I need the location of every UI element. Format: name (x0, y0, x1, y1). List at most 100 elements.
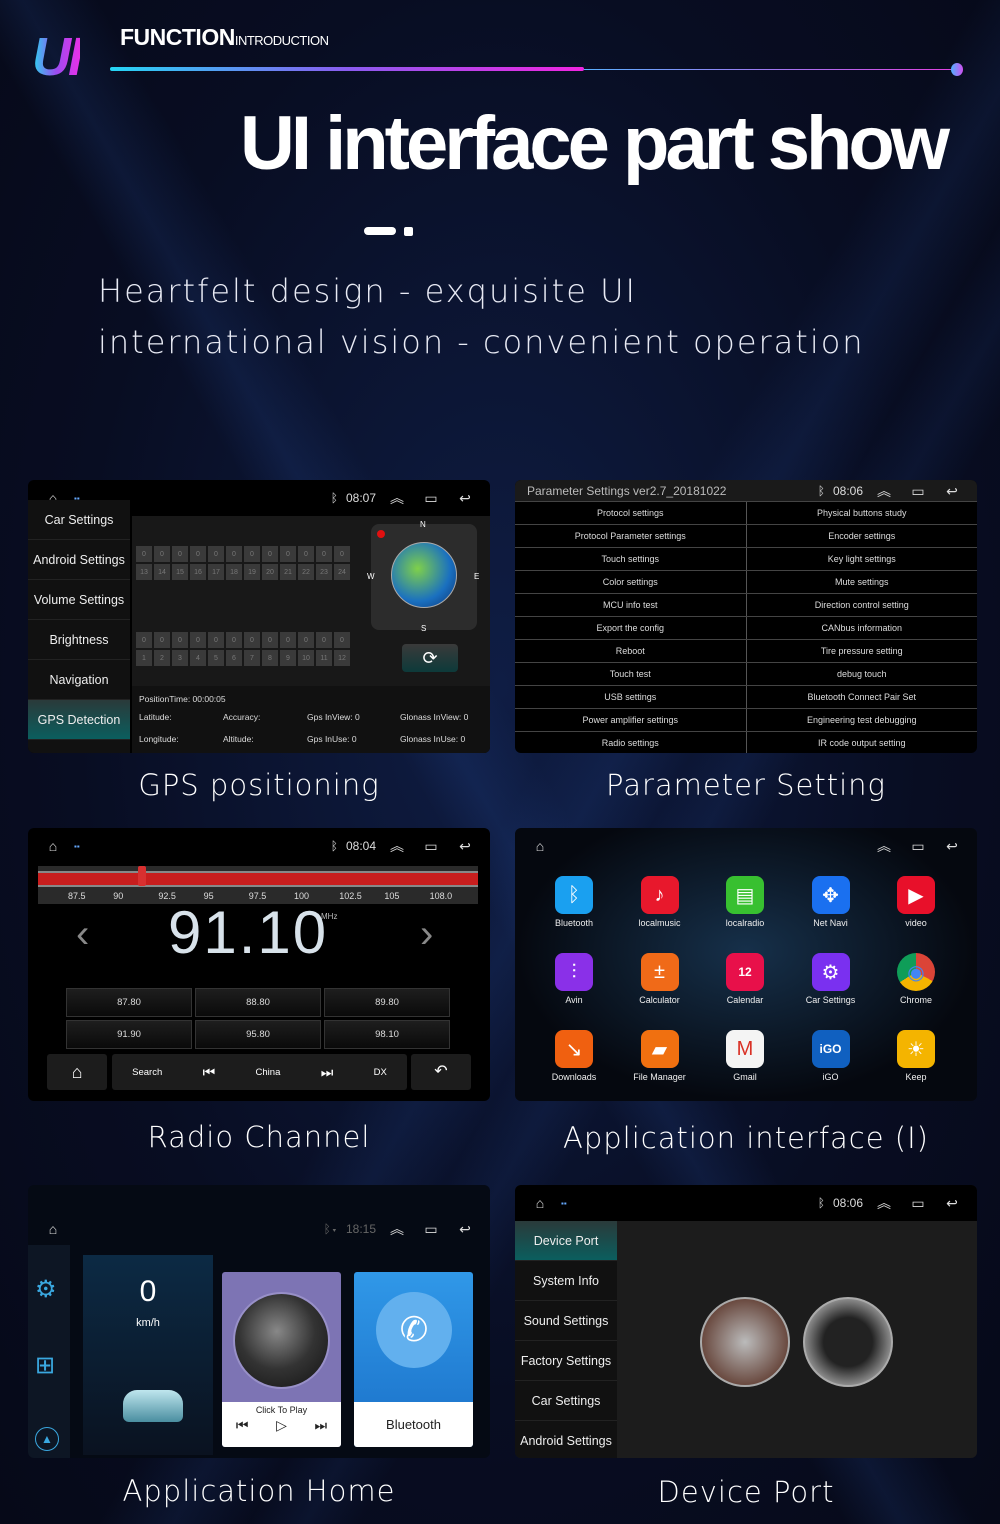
recent-apps-icon[interactable]: ▭ (905, 838, 931, 855)
app-keep[interactable]: ☀ Keep (876, 1030, 956, 1082)
recent-apps-icon[interactable]: ▭ (905, 1195, 931, 1212)
parameter-item[interactable]: CANbus information (747, 617, 978, 639)
parameter-item[interactable]: Reboot (515, 640, 747, 662)
sidebar-item[interactable]: Volume Settings (28, 580, 130, 620)
app-localmusic[interactable]: ♪ localmusic (620, 876, 700, 928)
parameter-item[interactable]: Radio settings (515, 732, 747, 753)
home-icon[interactable]: ⌂ (40, 838, 66, 854)
expand-icon[interactable]: ︽ (871, 1193, 897, 1213)
sidebar-item[interactable]: Android Settings (515, 1421, 617, 1458)
sidebar-item[interactable]: Car Settings (28, 500, 130, 540)
recent-apps-icon[interactable]: ▭ (905, 483, 931, 500)
sidebar-item[interactable]: System Info (515, 1261, 617, 1301)
parameter-item[interactable]: USB settings (515, 686, 747, 708)
return-button[interactable]: ↶ (411, 1054, 471, 1090)
app-calculator[interactable]: ± Calculator (620, 953, 700, 1005)
parameter-item[interactable]: Color settings (515, 571, 747, 593)
recent-apps-icon[interactable]: ▭ (418, 1221, 444, 1238)
recent-apps-icon[interactable]: ▭ (418, 490, 444, 507)
expand-icon[interactable]: ︽ (384, 488, 410, 508)
sidebar-item[interactable]: GPS Detection (28, 700, 130, 740)
prev-station-icon[interactable]: ‹ (76, 912, 89, 957)
app-calendar[interactable]: 12 Calendar (705, 953, 785, 1005)
parameter-item[interactable]: IR code output setting (747, 732, 978, 753)
app-downloads[interactable]: ↘ Downloads (534, 1030, 614, 1082)
home-icon[interactable]: ⌂ (40, 1221, 66, 1237)
app-igo[interactable]: iGO iGO (791, 1030, 871, 1082)
home-icon[interactable]: ⌂ (527, 1195, 553, 1211)
bluetooth-widget[interactable]: ✆ Bluetooth (354, 1272, 473, 1447)
music-widget[interactable]: Click To Play ⏮ ▷ ⏭ (222, 1272, 341, 1447)
parameter-item[interactable]: Export the config (515, 617, 747, 639)
home-button[interactable]: ⌂ (47, 1054, 107, 1090)
parameter-item[interactable]: Protocol Parameter settings (515, 525, 747, 547)
expand-icon[interactable]: ︽ (871, 836, 897, 856)
parameter-item[interactable]: Mute settings (747, 571, 978, 593)
sidebar-item[interactable]: Sound Settings (515, 1301, 617, 1341)
parameter-item[interactable]: MCU info test (515, 594, 747, 616)
parameter-item[interactable]: Key light settings (747, 548, 978, 570)
app-localradio[interactable]: ▤ localradio (705, 876, 785, 928)
back-icon[interactable]: ↩ (939, 483, 965, 500)
seek-forward-icon[interactable]: ⏭ (321, 1064, 334, 1081)
app-file-manager[interactable]: ▰ File Manager (620, 1030, 700, 1082)
expand-icon[interactable]: ︽ (384, 836, 410, 856)
refresh-button[interactable]: ⟳ (402, 644, 458, 672)
parameter-item[interactable]: Touch settings (515, 548, 747, 570)
preset-button[interactable]: 95.80 (195, 1020, 321, 1049)
back-icon[interactable]: ↩ (452, 838, 478, 855)
click-to-play[interactable]: Click To Play (222, 1405, 341, 1415)
preset-button[interactable]: 88.80 (195, 988, 321, 1017)
sidebar-item[interactable]: Android Settings (28, 540, 130, 580)
parameter-item[interactable]: Direction control setting (747, 594, 978, 616)
sidebar-item[interactable]: Car Settings (515, 1381, 617, 1421)
sidebar-item[interactable]: Brightness (28, 620, 130, 660)
next-icon[interactable]: ⏭ (315, 1417, 328, 1434)
recent-apps-icon[interactable]: ▭ (418, 838, 444, 855)
preset-button[interactable]: 91.90 (66, 1020, 192, 1049)
seek-back-icon[interactable]: ⏮ (203, 1064, 216, 1081)
parameter-item[interactable]: Power amplifier settings (515, 709, 747, 731)
app-gmail[interactable]: M Gmail (705, 1030, 785, 1082)
parameter-item[interactable]: Engineering test debugging (747, 709, 978, 731)
tuner-slider[interactable] (137, 866, 146, 886)
previous-icon[interactable]: ⏮ (236, 1417, 249, 1434)
back-icon[interactable]: ↩ (939, 838, 965, 855)
dx-button[interactable]: DX (374, 1067, 387, 1078)
app-bluetooth[interactable]: ᛒ Bluetooth (534, 876, 614, 928)
expand-icon[interactable]: ︽ (871, 481, 897, 501)
speedometer-widget[interactable]: 0 km/h (83, 1255, 213, 1455)
play-icon[interactable]: ▷ (276, 1417, 287, 1434)
apps-grid-icon[interactable]: ⊞ (35, 1351, 55, 1380)
parameter-item[interactable]: Protocol settings (515, 502, 747, 524)
band-button[interactable]: China (256, 1067, 281, 1078)
back-icon[interactable]: ↩ (452, 1221, 478, 1238)
parameter-item[interactable]: debug touch (747, 663, 978, 685)
satellite-cell: 0 (208, 546, 224, 562)
expand-icon[interactable]: ︽ (384, 1219, 410, 1239)
back-icon[interactable]: ↩ (939, 1195, 965, 1212)
sidebar-item[interactable]: Navigation (28, 660, 130, 700)
sidebar-item[interactable]: Factory Settings (515, 1341, 617, 1381)
app-net-navi[interactable]: ✥ Net Navi (791, 876, 871, 928)
back-icon[interactable]: ↩ (452, 490, 478, 507)
preset-button[interactable]: 98.10 (324, 1020, 450, 1049)
home-icon[interactable]: ⌂ (527, 838, 553, 854)
settings-icon[interactable]: ⚙ (35, 1275, 57, 1304)
navigation-icon[interactable]: ▲ (35, 1427, 59, 1451)
parameter-item[interactable]: Tire pressure setting (747, 640, 978, 662)
next-station-icon[interactable]: › (420, 912, 433, 957)
function-word: FUNCTION (120, 24, 235, 50)
sidebar-item[interactable]: Device Port (515, 1221, 617, 1261)
app-car-settings[interactable]: ⚙ Car Settings (791, 953, 871, 1005)
parameter-item[interactable]: Bluetooth Connect Pair Set (747, 686, 978, 708)
app-chrome[interactable]: ◉ Chrome (876, 953, 956, 1005)
preset-button[interactable]: 89.80 (324, 988, 450, 1017)
preset-button[interactable]: 87.80 (66, 988, 192, 1017)
app-video[interactable]: ▶ video (876, 876, 956, 928)
parameter-item[interactable]: Physical buttons study (747, 502, 978, 524)
app-avin[interactable]: ⫶ Avin (534, 953, 614, 1005)
parameter-item[interactable]: Encoder settings (747, 525, 978, 547)
search-button[interactable]: Search (132, 1067, 162, 1078)
parameter-item[interactable]: Touch test (515, 663, 747, 685)
